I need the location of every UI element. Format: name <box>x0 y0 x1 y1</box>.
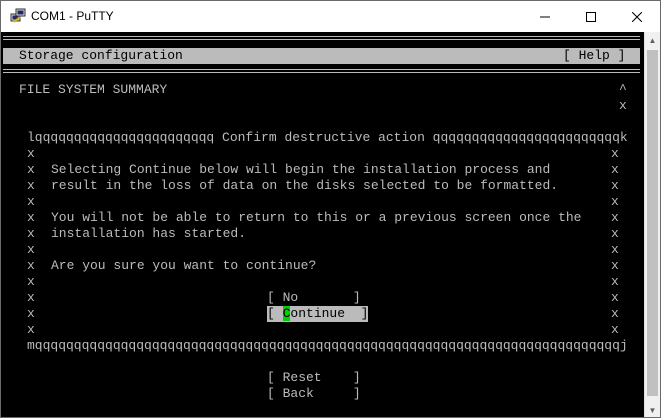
dialog-left-border: x <box>27 194 35 209</box>
section-title: FILE SYSTEM SUMMARY <box>19 82 168 97</box>
putty-window: COM1 - PuTTY Storage configuration [ Hel… <box>0 0 661 418</box>
dialog-right-border: x <box>611 146 619 161</box>
dialog-top-border: lqqqqqqqqqqqqqqqqqqqqqqq Confirm destruc… <box>27 130 628 145</box>
dialog-left-border: x <box>27 258 35 273</box>
header-rule-bottom <box>3 69 640 73</box>
terminal-screen[interactable]: Storage configuration [ Help ] FILE SYST… <box>1 32 644 417</box>
dialog-right-border: x <box>611 226 619 241</box>
dialog-text-line: installation has started. <box>51 226 247 241</box>
dialog-right-border: x <box>611 162 619 177</box>
scroll-thumb[interactable] <box>647 50 658 396</box>
close-icon <box>632 11 642 22</box>
dialog-right-border: x <box>611 290 619 305</box>
continue-open: [ <box>267 306 283 321</box>
dialog-left-border: x <box>27 226 35 241</box>
dialog-left-border: x <box>27 306 35 321</box>
dialog-right-border: x <box>611 274 619 289</box>
dialog-right-border: x <box>611 210 619 225</box>
dialog-right-border: x <box>611 322 619 337</box>
title-bar[interactable]: COM1 - PuTTY <box>1 1 660 32</box>
dialog-left-border: x <box>27 242 35 257</box>
maximize-button[interactable] <box>568 1 614 32</box>
header-title: Storage configuration <box>19 48 183 63</box>
scroll-up-marker: ^ <box>619 82 627 97</box>
dialog-left-border: x <box>27 274 35 289</box>
back-button[interactable]: [ Back ] <box>267 386 361 402</box>
no-button[interactable]: [ No ] <box>267 290 361 306</box>
dialog-text-line: result in the loss of data on the disks … <box>51 178 559 193</box>
dialog-right-border: x <box>611 242 619 257</box>
dialog-left-border: x <box>27 210 35 225</box>
help-button[interactable]: [ Help ] <box>563 48 625 64</box>
putty-icon <box>10 8 26 23</box>
dialog-left-border: x <box>27 146 35 161</box>
dialog-left-border: x <box>27 162 35 177</box>
dialog-left-border: x <box>27 322 35 337</box>
vertical-scrollbar[interactable]: ▲ ▼ <box>644 32 660 417</box>
close-button[interactable] <box>614 1 660 32</box>
scroll-up-button[interactable]: ▲ <box>645 32 660 48</box>
dialog-right-border: x <box>611 194 619 209</box>
continue-rest: ontinue ] <box>290 306 369 321</box>
dialog-text-line: You will not be able to return to this o… <box>51 210 582 225</box>
dialog-right-border: x <box>611 306 619 321</box>
dialog-text-line: Are you sure you want to continue? <box>51 258 317 273</box>
header-rule-top <box>3 36 640 40</box>
dialog-right-border: x <box>611 178 619 193</box>
minimize-icon <box>540 16 550 17</box>
dialog-bottom-border: mqqqqqqqqqqqqqqqqqqqqqqqqqqqqqqqqqqqqqqq… <box>27 338 628 353</box>
dialog-right-border: x <box>611 258 619 273</box>
scroll-x-marker: x <box>619 98 627 113</box>
dialog-left-border: x <box>27 178 35 193</box>
dialog-text-line: Selecting Continue below will begin the … <box>51 162 551 177</box>
window-title: COM1 - PuTTY <box>31 9 114 23</box>
scroll-down-button[interactable]: ▼ <box>645 402 660 417</box>
maximize-icon <box>586 11 596 22</box>
dialog-left-border: x <box>27 290 35 305</box>
continue-button[interactable]: [ Continue ] <box>267 306 369 322</box>
minimize-button[interactable] <box>522 1 568 32</box>
reset-button[interactable]: [ Reset ] <box>267 370 361 386</box>
